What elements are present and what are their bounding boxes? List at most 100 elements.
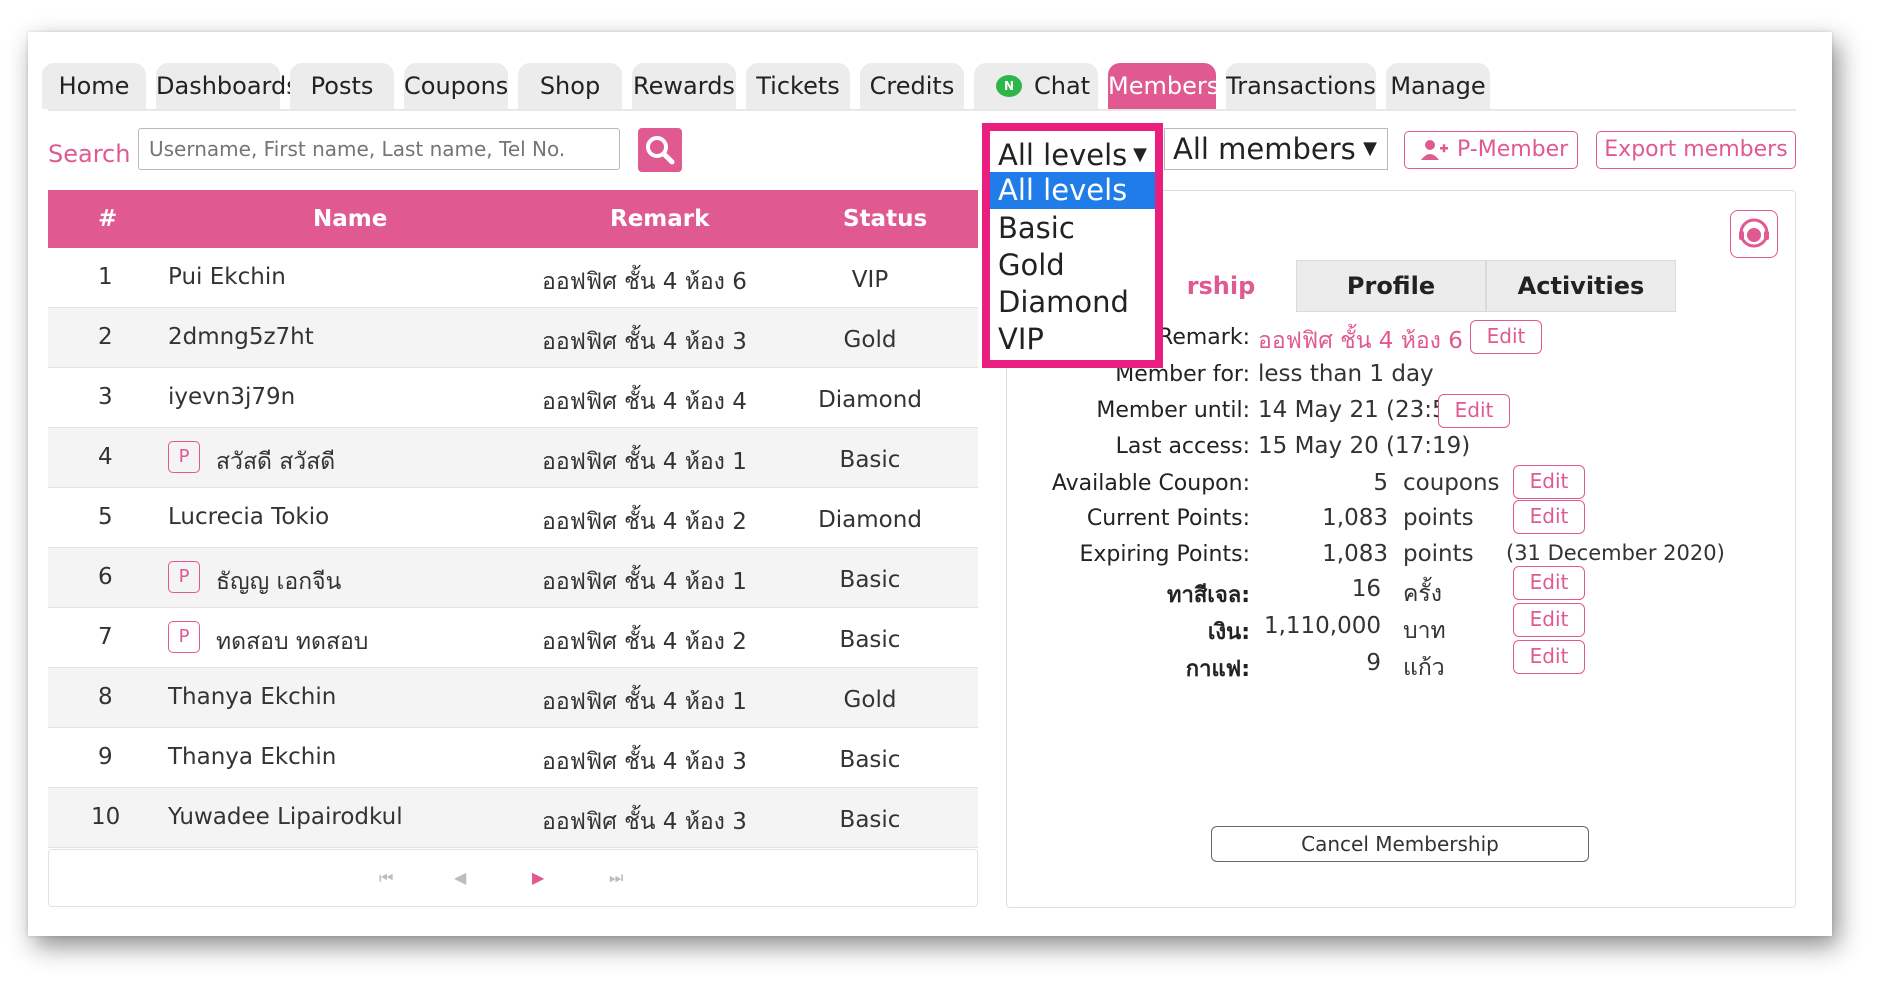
credit-gel-value: 16: [1351, 576, 1381, 602]
edit-money-button[interactable]: Edit: [1513, 603, 1585, 637]
search-button[interactable]: [638, 128, 682, 172]
last-access-value: 15 May 20 (17:19): [1258, 433, 1471, 459]
p-member-badge: P: [168, 441, 200, 473]
col-remark-header: Remark: [610, 206, 710, 232]
last-page-icon[interactable]: ⏭: [609, 868, 623, 888]
add-user-icon: [1421, 140, 1448, 160]
last-access-label: Last access:: [1115, 434, 1250, 459]
tab-credits[interactable]: Credits: [860, 63, 964, 109]
current-points-label: Current Points:: [1086, 506, 1250, 531]
row-num: 3: [98, 384, 113, 410]
table-header: # Name Remark Status: [48, 190, 978, 248]
row-num: 9: [98, 744, 113, 770]
row-status: Diamond: [818, 507, 922, 533]
row-num: 2: [98, 324, 113, 350]
row-num: 8: [98, 684, 113, 710]
row-remark: ออฟฟิศ ชั้น 4 ห้อง 1: [542, 449, 747, 475]
tab-rewards[interactable]: Rewards: [632, 63, 736, 109]
row-status: Basic: [839, 447, 901, 473]
first-page-icon[interactable]: ⏮: [379, 868, 393, 888]
edit-remark-button[interactable]: Edit: [1470, 320, 1542, 354]
table-row[interactable]: 8 Thanya Ekchin ออฟฟิศ ชั้น 4 ห้อง 1 Gol…: [48, 668, 978, 728]
row-num: 7: [98, 624, 113, 650]
row-remark: ออฟฟิศ ชั้น 4 ห้อง 3: [542, 749, 747, 775]
expiring-points-label: Expiring Points:: [1079, 542, 1250, 567]
table-row[interactable]: 6 P ธัญญ เอกจีน ออฟฟิศ ชั้น 4 ห้อง 1 Bas…: [48, 548, 978, 608]
row-name: Thanya Ekchin: [168, 684, 337, 710]
app-window: Home Dashboards Posts Coupons Shop Rewar…: [28, 32, 1832, 936]
row-name: ทดสอบ ทดสอบ: [216, 629, 369, 655]
p-member-badge: P: [168, 621, 200, 653]
level-option-all[interactable]: All levels: [990, 172, 1155, 209]
row-name: สวัสดี สวัสดี: [216, 449, 336, 475]
edit-coupon-button[interactable]: Edit: [1513, 465, 1585, 499]
next-page-icon[interactable]: ▶: [532, 868, 544, 887]
row-remark: ออฟฟิศ ชั้น 4 ห้อง 3: [542, 329, 747, 355]
current-points-unit: points: [1403, 505, 1474, 531]
tab-posts[interactable]: Posts: [290, 63, 394, 109]
tab-activities[interactable]: Activities: [1486, 260, 1676, 312]
row-num: 4: [98, 444, 113, 470]
level-option-basic[interactable]: Basic: [990, 210, 1155, 247]
p-member-button[interactable]: P-Member: [1404, 131, 1578, 169]
cancel-membership-button[interactable]: Cancel Membership: [1211, 826, 1589, 862]
edit-member-until-button[interactable]: Edit: [1438, 394, 1510, 428]
tab-tickets[interactable]: Tickets: [746, 63, 850, 109]
p-member-badge: P: [168, 561, 200, 593]
row-name: Thanya Ekchin: [168, 744, 337, 770]
export-members-button[interactable]: Export members: [1596, 131, 1796, 169]
edit-points-button[interactable]: Edit: [1513, 500, 1585, 534]
table-row[interactable]: 9 Thanya Ekchin ออฟฟิศ ชั้น 4 ห้อง 3 Bas…: [48, 728, 978, 788]
member-select[interactable]: All members ▼: [1164, 128, 1388, 170]
table-row[interactable]: 7 P ทดสอบ ทดสอบ ออฟฟิศ ชั้น 4 ห้อง 2 Bas…: [48, 608, 978, 668]
col-num-header: #: [98, 206, 118, 232]
p-member-label: P-Member: [1457, 137, 1569, 162]
expiring-points-value: 1,083: [1322, 541, 1388, 567]
row-remark: ออฟฟิศ ชั้น 4 ห้อง 3: [542, 809, 747, 835]
row-status: Basic: [839, 627, 901, 653]
edit-coffee-button[interactable]: Edit: [1513, 640, 1585, 674]
row-num: 6: [98, 564, 113, 590]
tab-profile[interactable]: Profile: [1296, 260, 1486, 312]
table-row[interactable]: 4 P สวัสดี สวัสดี ออฟฟิศ ชั้น 4 ห้อง 1 B…: [48, 428, 978, 488]
row-num: 10: [91, 804, 121, 830]
row-remark: ออฟฟิศ ชั้น 4 ห้อง 1: [542, 689, 747, 715]
table-row[interactable]: 5 Lucrecia Tokio ออฟฟิศ ชั้น 4 ห้อง 2 Di…: [48, 488, 978, 548]
row-status: Gold: [843, 687, 897, 713]
row-status: VIP: [851, 267, 889, 293]
expiring-points-unit: points: [1403, 541, 1474, 567]
table-row[interactable]: 1 Pui Ekchin ออฟฟิศ ชั้น 4 ห้อง 6 VIP: [48, 248, 978, 308]
credit-gel-unit: ครั้ง: [1403, 581, 1442, 607]
row-remark: ออฟฟิศ ชั้น 4 ห้อง 6: [542, 269, 747, 295]
level-option-vip[interactable]: VIP: [990, 321, 1155, 358]
search-icon: [646, 136, 675, 165]
level-dropdown-menu: All levels ▼ All levels Basic Gold Diamo…: [982, 123, 1163, 368]
tab-coupons[interactable]: Coupons: [404, 63, 508, 109]
chevron-down-icon: ▼: [1133, 144, 1147, 165]
credit-gel-label: ทาสีเจล:: [1167, 583, 1250, 608]
line-chat-icon: N: [996, 75, 1022, 97]
table-row[interactable]: 2 2dmng5z7ht ออฟฟิศ ชั้น 4 ห้อง 3 Gold: [48, 308, 978, 368]
row-name: Yuwadee Lipairodkul: [168, 804, 403, 830]
row-name: Lucrecia Tokio: [168, 504, 330, 530]
table-row[interactable]: 10 Yuwadee Lipairodkul ออฟฟิศ ชั้น 4 ห้อ…: [48, 788, 978, 848]
level-option-diamond[interactable]: Diamond: [990, 284, 1155, 321]
credit-coffee-unit: แก้ว: [1403, 655, 1445, 681]
tab-membership[interactable]: rship: [1146, 260, 1296, 312]
row-remark: ออฟฟิศ ชั้น 4 ห้อง 4: [542, 389, 747, 415]
tab-manage[interactable]: Manage: [1386, 63, 1490, 109]
tab-home[interactable]: Home: [42, 63, 146, 109]
tab-chat[interactable]: N Chat: [974, 63, 1098, 109]
prev-page-icon[interactable]: ◀: [454, 868, 466, 887]
tab-chat-label: Chat: [1034, 72, 1091, 100]
tab-transactions[interactable]: Transactions: [1226, 63, 1376, 109]
support-button[interactable]: [1730, 210, 1778, 258]
search-input[interactable]: [138, 128, 620, 170]
table-row[interactable]: 3 iyevn3j79n ออฟฟิศ ชั้น 4 ห้อง 4 Diamon…: [48, 368, 978, 428]
tab-dashboards[interactable]: Dashboards: [156, 63, 299, 109]
tab-shop[interactable]: Shop: [518, 63, 622, 109]
edit-gel-button[interactable]: Edit: [1513, 566, 1585, 600]
tab-members[interactable]: Members: [1108, 63, 1219, 109]
level-option-gold[interactable]: Gold: [990, 247, 1155, 284]
level-dropdown-current[interactable]: All levels ▼: [990, 136, 1155, 174]
